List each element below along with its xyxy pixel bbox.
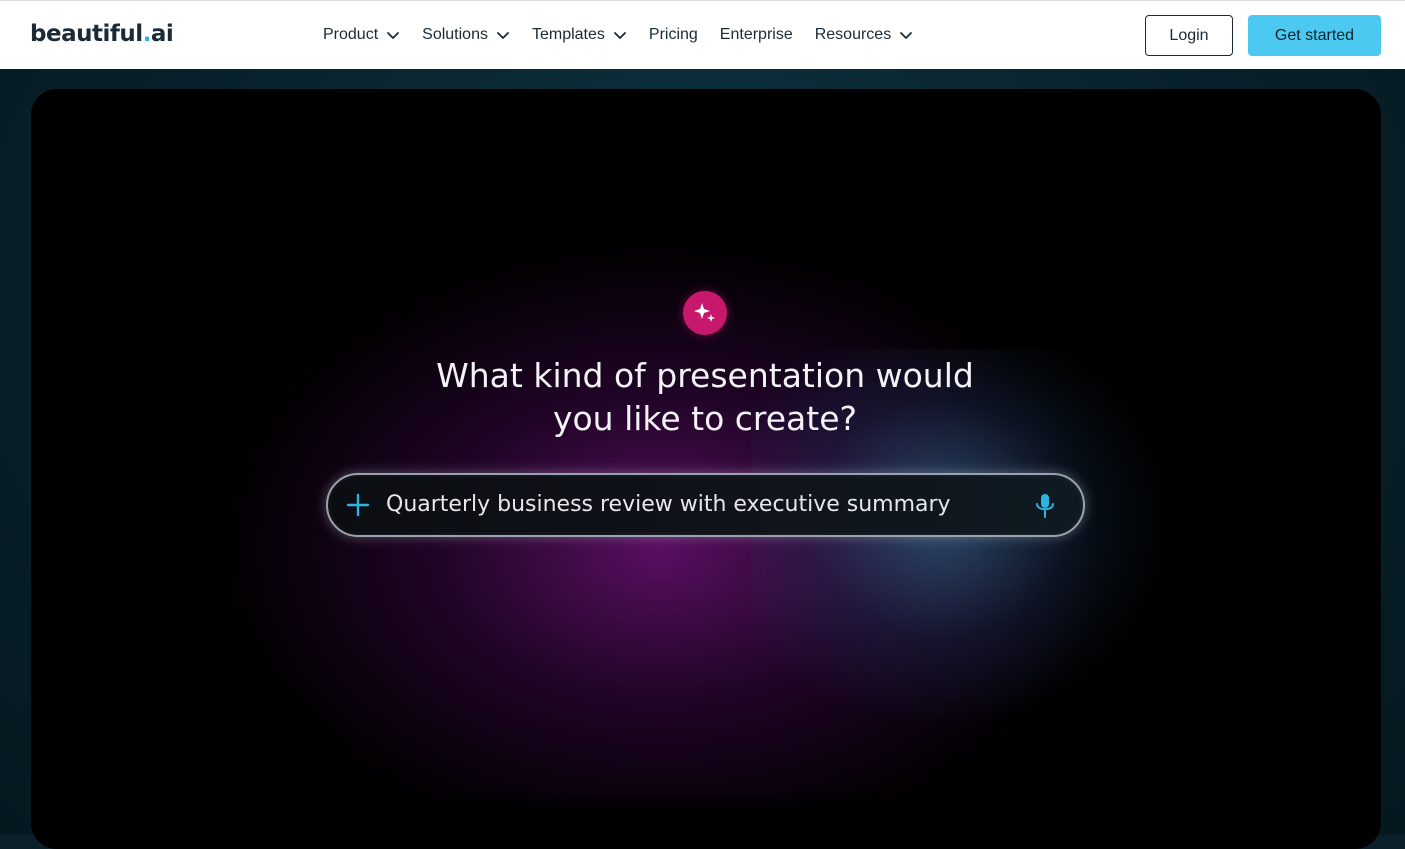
sparkle-icon [683,291,727,335]
top-navigation: beautiful.ai Product Solutions Templates… [0,0,1405,69]
logo-text: beautiful [30,21,143,47]
nav-item-enterprise[interactable]: Enterprise [720,26,793,44]
hero-headline: What kind of presentation would you like… [401,354,1009,440]
nav-item-product[interactable]: Product [323,26,400,44]
nav-item-templates[interactable]: Templates [532,26,627,44]
nav-item-label: Product [323,26,379,43]
beautiful-ai-logo[interactable]: beautiful.ai [30,21,174,47]
headline-line-2: you like to create? [552,399,858,438]
get-started-button[interactable]: Get started [1248,15,1381,56]
nav-item-label: Enterprise [719,26,793,43]
nav-item-resources[interactable]: Resources [815,26,913,44]
nav-item-label: Pricing [648,26,698,43]
nav-links: Product Solutions Templates Pricing Ente… [323,1,935,69]
logo-suffix: ai [150,21,174,47]
microphone-icon[interactable] [1034,492,1056,520]
presentation-prompt-input[interactable]: Quarterly business review with executive… [326,473,1085,537]
nav-item-label: Resources [814,26,892,43]
chevron-down-icon [496,28,510,42]
plus-icon[interactable] [346,493,370,517]
chevron-down-icon [386,28,400,42]
nav-item-label: Templates [531,26,605,43]
logo-dot: . [142,21,152,47]
headline-line-1: What kind of presentation would [436,356,974,395]
chevron-down-icon [613,28,627,42]
nav-item-pricing[interactable]: Pricing [649,26,698,44]
login-button[interactable]: Login [1145,15,1233,56]
nav-item-label: Solutions [422,26,488,43]
chevron-down-icon [899,28,913,42]
nav-item-solutions[interactable]: Solutions [422,26,510,44]
prompt-value[interactable]: Quarterly business review with executive… [386,492,951,517]
hero-card: What kind of presentation would you like… [31,89,1381,849]
